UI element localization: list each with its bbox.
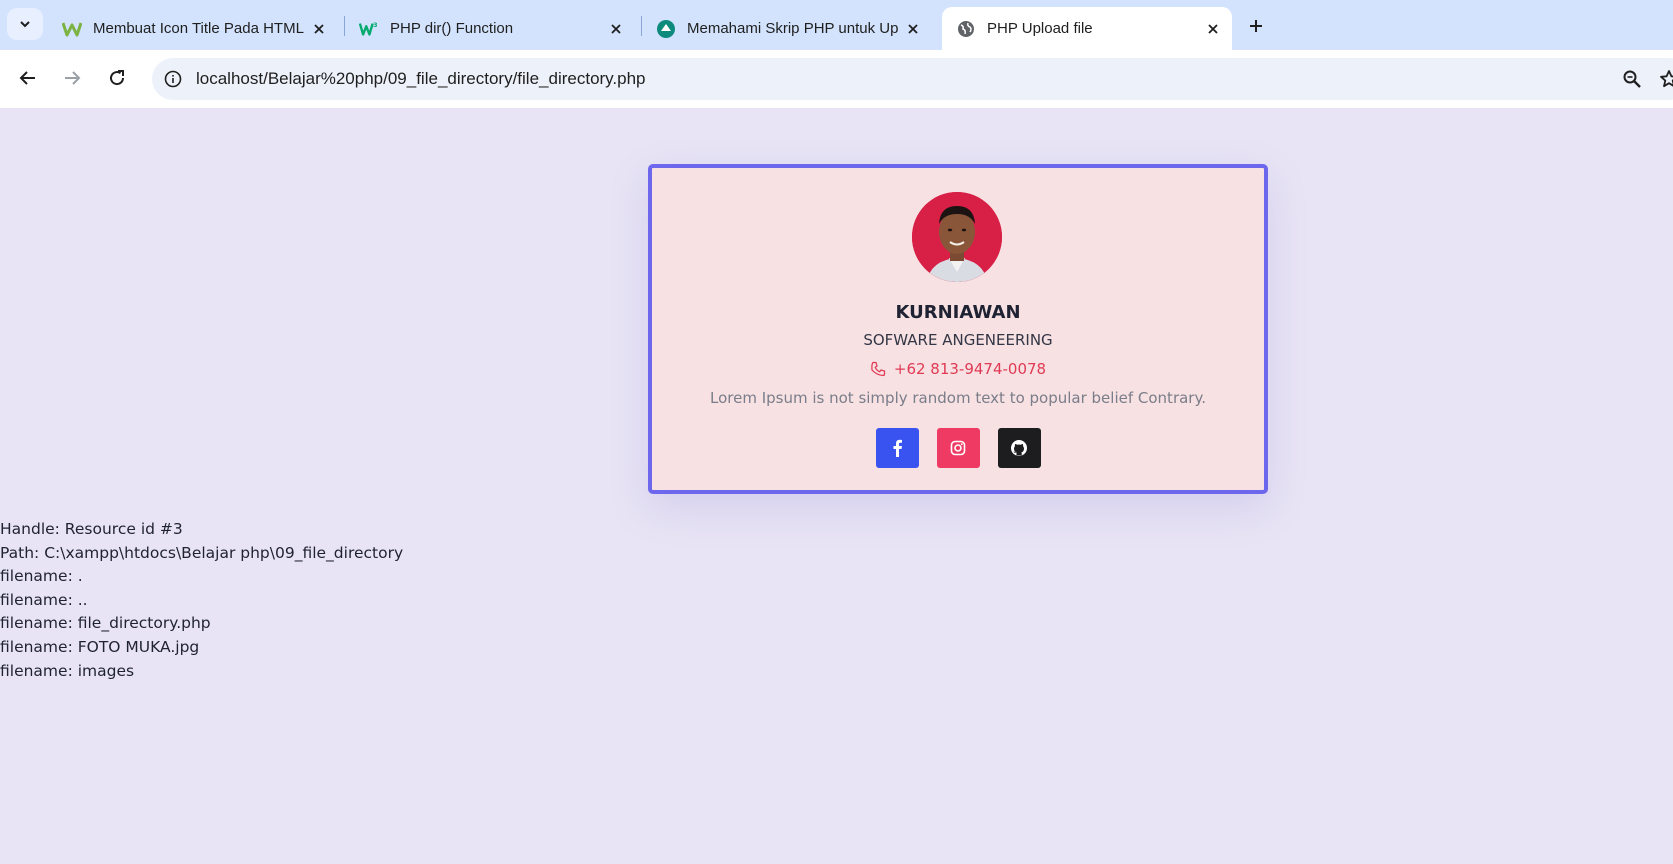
back-button[interactable] xyxy=(11,61,45,95)
github-icon xyxy=(1011,440,1027,456)
filename-line: filename: images xyxy=(0,661,135,680)
profile-role: SOFWARE ANGENEERING xyxy=(863,331,1053,349)
arrow-right-icon xyxy=(65,71,81,85)
site-info-icon[interactable] xyxy=(160,66,186,92)
github-button[interactable] xyxy=(997,428,1041,468)
svg-text:3: 3 xyxy=(373,22,377,29)
avatar xyxy=(912,192,1002,282)
tab-title: Membuat Icon Title Pada HTML xyxy=(93,20,304,37)
reload-icon xyxy=(110,70,125,86)
tab-membuat-icon[interactable]: Membuat Icon Title Pada HTML xyxy=(48,7,338,50)
tab-title: PHP dir() Function xyxy=(390,20,514,37)
filename-line: filename: .. xyxy=(0,590,88,609)
close-icon[interactable] xyxy=(605,18,627,40)
tab-title: Memahami Skrip PHP untuk Up xyxy=(687,20,899,37)
address-bar[interactable]: localhost/Belajar%20php/09_file_director… xyxy=(152,58,1673,100)
filename-line: filename: FOTO MUKA.jpg xyxy=(0,637,200,656)
tab-strip: Membuat Icon Title Pada HTML 3 PHP dir()… xyxy=(0,0,1673,50)
w-green-icon xyxy=(62,19,82,39)
reload-button[interactable] xyxy=(100,61,134,95)
forward-button[interactable] xyxy=(55,61,89,95)
phone-number[interactable]: +62 813-9474-0078 xyxy=(894,360,1046,378)
handle-line: Handle: Resource id #3 xyxy=(0,520,183,538)
facebook-button[interactable] xyxy=(875,428,919,468)
profile-description: Lorem Ipsum is not simply random text to… xyxy=(710,389,1206,407)
facebook-icon xyxy=(893,439,902,457)
globe-icon xyxy=(956,19,976,39)
teal-circle-icon xyxy=(656,19,676,39)
zoom-icon[interactable] xyxy=(1620,67,1644,91)
browser-toolbar: localhost/Belajar%20php/09_file_director… xyxy=(0,50,1673,108)
chevron-down-icon xyxy=(20,21,30,28)
tab-memahami-skrip[interactable]: Memahami Skrip PHP untuk Up xyxy=(642,7,932,50)
url-text: localhost/Belajar%20php/09_file_director… xyxy=(196,69,646,88)
phone-row: +62 813-9474-0078 xyxy=(652,360,1264,378)
profile-name: KURNIAWAN xyxy=(895,302,1021,323)
tab-search-button[interactable] xyxy=(7,8,43,40)
filename-line: filename: file_directory.php xyxy=(0,614,211,633)
tab-php-dir[interactable]: 3 PHP dir() Function xyxy=(345,7,635,50)
w3schools-icon: 3 xyxy=(359,19,379,39)
plus-icon xyxy=(1250,20,1262,32)
bookmark-star-icon[interactable] xyxy=(1657,67,1673,91)
social-links xyxy=(652,428,1264,468)
php-output: Handle: Resource id #3 Path: C:\xampp\ht… xyxy=(0,518,403,683)
close-icon[interactable] xyxy=(1202,18,1224,40)
new-tab-button[interactable] xyxy=(1240,10,1272,42)
close-icon[interactable] xyxy=(902,18,924,40)
profile-photo xyxy=(912,192,1002,282)
arrow-left-icon xyxy=(19,71,35,85)
tab-title: PHP Upload file xyxy=(987,20,1093,37)
instagram-button[interactable] xyxy=(936,428,980,468)
close-icon[interactable] xyxy=(308,18,330,40)
filename-line: filename: . xyxy=(0,567,83,586)
phone-icon xyxy=(871,361,886,377)
instagram-icon xyxy=(950,440,966,456)
profile-card: KURNIAWAN SOFWARE ANGENEERING +62 813-94… xyxy=(648,164,1268,494)
tab-php-upload-file[interactable]: PHP Upload file xyxy=(942,7,1232,50)
path-line: Path: C:\xampp\htdocs\Belajar php\09_fil… xyxy=(0,543,404,562)
